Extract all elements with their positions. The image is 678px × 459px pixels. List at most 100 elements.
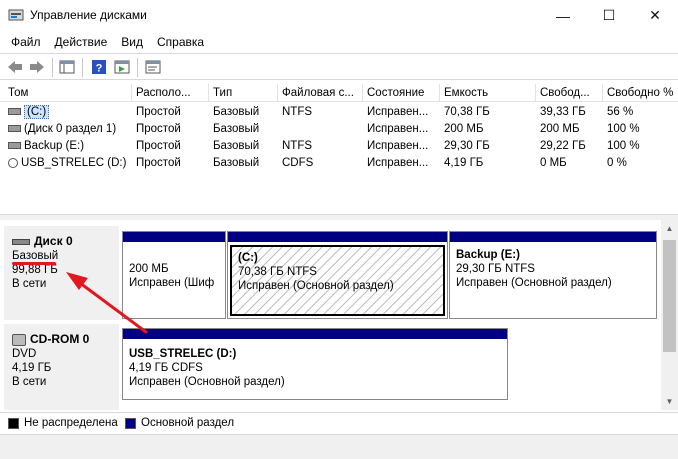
cdrom-0-status: В сети xyxy=(12,376,47,388)
volume-list: Том Располо... Тип Файловая с... Состоян… xyxy=(0,84,678,212)
annotation-underline xyxy=(12,262,56,265)
cell-status: Исправен... xyxy=(367,157,429,169)
menu-help[interactable]: Справка xyxy=(150,33,211,51)
cell-filesystem: NTFS xyxy=(282,140,313,152)
column-status[interactable]: Состояние xyxy=(363,84,440,102)
legend-unallocated: Не распределена xyxy=(24,417,118,429)
partition-status: Исправен (Основной раздел) xyxy=(456,277,612,289)
volume-icon xyxy=(8,142,21,150)
cell-free: 200 МБ xyxy=(540,123,580,135)
cell-filesystem: NTFS xyxy=(282,106,313,118)
hard-disk-icon xyxy=(12,238,30,245)
cell-status: Исправен... xyxy=(367,123,429,135)
cdrom-0-size: 4,19 ГБ xyxy=(12,362,52,374)
cd-volume-icon xyxy=(8,157,18,168)
cdrom-0-type: DVD xyxy=(12,348,37,360)
cell-free: 29,22 ГБ xyxy=(540,140,586,152)
cell-status: Исправен... xyxy=(367,106,429,118)
cell-free: 39,33 ГБ xyxy=(540,106,586,118)
volume-icon xyxy=(8,108,21,116)
back-arrow-icon[interactable] xyxy=(6,58,24,76)
cell-layout: Простой xyxy=(136,123,181,135)
cell-filesystem xyxy=(278,121,363,138)
partition-cdrom-d[interactable]: USB_STRELEC (D:) 4,19 ГБ CDFS Исправен (… xyxy=(122,328,508,400)
disk-graphical-view: Диск 0 Базовый 99,88 ГБ В сети 200 МБ Ис… xyxy=(0,220,678,410)
scrollbar-thumb[interactable] xyxy=(663,240,676,352)
cell-layout: Простой xyxy=(136,106,181,118)
svg-text:?: ? xyxy=(96,63,103,75)
partition-name: (C:) xyxy=(238,252,258,264)
volume-name: (C:) xyxy=(24,105,50,119)
title-bar: Управление дисками — ☐ ✕ xyxy=(0,0,678,31)
cdrom-0-name: CD-ROM 0 xyxy=(30,332,90,346)
cdrom-0-label[interactable]: CD-ROM 0 DVD 4,19 ГБ В сети xyxy=(4,324,119,410)
legend-swatch-primary xyxy=(125,418,136,429)
cell-capacity: 29,30 ГБ xyxy=(444,140,490,152)
table-row[interactable]: (C:) Простой Базовый NTFS Исправен... 70… xyxy=(0,104,678,121)
partition-disk0-system[interactable]: 200 МБ Исправен (Шиф xyxy=(122,231,226,319)
disk-0-name: Диск 0 xyxy=(34,234,73,248)
vertical-scrollbar[interactable]: ▲ ▼ xyxy=(661,220,678,410)
help-icon[interactable]: ? xyxy=(90,58,108,76)
menu-action[interactable]: Действие xyxy=(48,33,115,51)
partition-size: 4,19 ГБ CDFS xyxy=(129,362,203,374)
partition-status: Исправен (Шиф xyxy=(129,277,215,289)
partition-disk0-c[interactable]: (C:) 70,38 ГБ NTFS Исправен (Основной ра… xyxy=(227,231,448,319)
disk-0-size: 99,88 ГБ xyxy=(12,264,58,276)
cell-capacity: 4,19 ГБ xyxy=(444,157,484,169)
cell-free-percent: 0 % xyxy=(607,157,627,169)
cell-filesystem: CDFS xyxy=(282,157,314,169)
table-row[interactable]: (Диск 0 раздел 1) Простой Базовый Исправ… xyxy=(0,121,678,138)
volume-name: USB_STRELEC (D:) xyxy=(21,157,127,169)
cell-free-percent: 100 % xyxy=(607,123,640,135)
column-filesystem[interactable]: Файловая с... xyxy=(278,84,363,102)
list-header: Том Располо... Тип Файловая с... Состоян… xyxy=(0,84,678,102)
properties-icon[interactable] xyxy=(144,58,162,76)
column-layout[interactable]: Располо... xyxy=(132,84,209,102)
close-button[interactable]: ✕ xyxy=(632,0,678,31)
partition-status: Исправен (Основной раздел) xyxy=(129,376,285,388)
maximize-button[interactable]: ☐ xyxy=(586,0,632,31)
column-type[interactable]: Тип xyxy=(209,84,278,102)
partition-disk0-e[interactable]: Backup (E:) 29,30 ГБ NTFS Исправен (Осно… xyxy=(449,231,657,319)
table-row[interactable]: Backup (E:) Простой Базовый NTFS Исправе… xyxy=(0,138,678,155)
toolbar: ? xyxy=(0,53,678,80)
cell-type: Базовый xyxy=(213,106,260,118)
column-volume[interactable]: Том xyxy=(4,84,132,102)
cell-type: Базовый xyxy=(213,123,260,135)
column-free-percent[interactable]: Свободно % xyxy=(603,84,678,102)
status-bar xyxy=(0,434,678,459)
table-row[interactable]: USB_STRELEC (D:) Простой Базовый CDFS Ис… xyxy=(0,155,678,172)
cell-free: 0 МБ xyxy=(540,157,567,169)
window-title: Управление дисками xyxy=(30,8,147,22)
menu-view[interactable]: Вид xyxy=(114,33,150,51)
legend-swatch-unallocated xyxy=(8,418,19,429)
partition-name: Backup (E:) xyxy=(456,249,520,261)
volume-name: (Диск 0 раздел 1) xyxy=(24,123,117,135)
column-capacity[interactable]: Емкость xyxy=(440,84,536,102)
minimize-button[interactable]: — xyxy=(540,0,586,31)
disk-0-label[interactable]: Диск 0 Базовый 99,88 ГБ В сети xyxy=(4,226,119,320)
partition-size: 70,38 ГБ NTFS xyxy=(238,266,317,278)
disk-management-app-icon xyxy=(8,9,24,21)
partition-size: 200 МБ xyxy=(129,263,169,275)
cdrom-drive-icon xyxy=(12,333,26,346)
console-tree-icon[interactable] xyxy=(58,58,76,76)
partition-name: USB_STRELEC (D:) xyxy=(129,348,237,360)
forward-arrow-icon[interactable] xyxy=(28,58,46,76)
cell-free-percent: 56 % xyxy=(607,106,634,118)
column-free-space[interactable]: Свобод... xyxy=(536,84,603,102)
legend: Не распределена Основной раздел xyxy=(0,412,678,434)
partition-size: 29,30 ГБ NTFS xyxy=(456,263,535,275)
action-pane-icon[interactable] xyxy=(113,58,131,76)
cell-type: Базовый xyxy=(213,157,260,169)
cell-layout: Простой xyxy=(136,140,181,152)
cell-status: Исправен... xyxy=(367,140,429,152)
cell-free-percent: 100 % xyxy=(607,140,640,152)
volume-icon xyxy=(8,125,21,133)
scroll-down-arrow-icon[interactable]: ▼ xyxy=(661,393,678,410)
menu-file[interactable]: Файл xyxy=(4,33,48,51)
menu-bar: Файл Действие Вид Справка xyxy=(0,31,678,52)
scroll-up-arrow-icon[interactable]: ▲ xyxy=(661,220,678,237)
legend-primary: Основной раздел xyxy=(141,417,235,429)
